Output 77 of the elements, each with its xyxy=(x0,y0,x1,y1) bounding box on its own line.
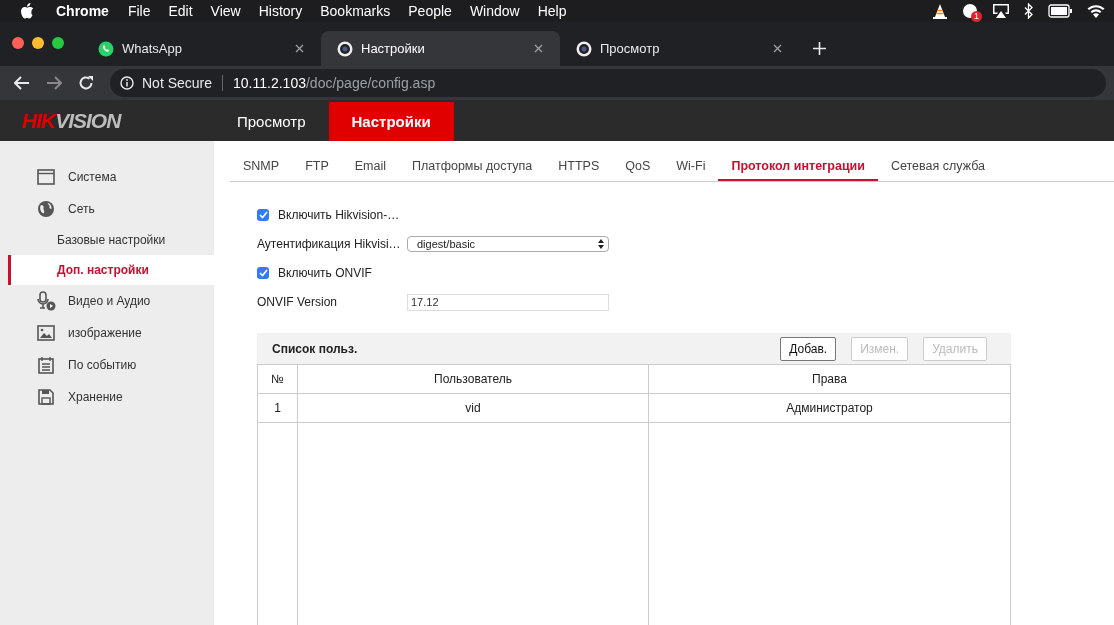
menu-item[interactable]: View xyxy=(201,3,250,19)
sidebar-item[interactable]: Видео и Аудио xyxy=(8,285,214,317)
column-header: Права xyxy=(648,364,1011,394)
traffic-cone-icon[interactable] xyxy=(932,3,948,19)
close-window-icon[interactable] xyxy=(12,37,24,49)
menu-item[interactable]: People xyxy=(399,3,461,19)
checkbox-label: Включить Hikvision-… xyxy=(278,208,400,222)
table-cell: 1 xyxy=(257,393,298,423)
info-icon[interactable] xyxy=(120,76,134,90)
sidebar-item[interactable]: изображение xyxy=(8,317,214,349)
menu-item[interactable]: Window xyxy=(460,3,529,19)
menu-item[interactable]: Edit xyxy=(159,3,202,19)
field-label: ONVIF Version xyxy=(257,295,339,309)
microphone-icon xyxy=(36,291,56,311)
column-header: Пользователь xyxy=(297,364,649,394)
sidebar-item[interactable]: По событию xyxy=(8,349,214,381)
sidebar-item[interactable]: Доп. настройки xyxy=(8,255,214,285)
menu-item[interactable]: File xyxy=(118,3,160,19)
forward-arrow-icon[interactable] xyxy=(46,76,62,90)
sidebar-item[interactable]: Сеть xyxy=(8,193,214,225)
tab[interactable]: Протокол интеграции xyxy=(718,155,878,181)
tab[interactable]: SNMP xyxy=(230,155,293,181)
table-cell: Администратор xyxy=(648,393,1011,423)
menu-item[interactable]: History xyxy=(249,3,312,19)
url-text: 10.11.2.103/doc/page/config.asp xyxy=(232,75,436,91)
calendar-icon xyxy=(37,356,55,374)
browser-tab[interactable]: Настройки xyxy=(321,31,560,66)
list-button[interactable]: Добав. xyxy=(780,336,837,361)
tab[interactable]: Платформы доступа xyxy=(399,155,546,181)
dropdown[interactable]: digest/basic xyxy=(407,236,609,252)
checkbox[interactable] xyxy=(257,209,269,221)
camera-icon xyxy=(576,40,592,57)
checkbox-label: Включить ONVIF xyxy=(278,266,372,280)
sidebar-item[interactable]: Базовые настройки xyxy=(8,225,214,255)
menu-item[interactable]: Bookmarks xyxy=(311,3,400,19)
tab[interactable]: HTTPS xyxy=(545,155,613,181)
brand-logo: HIKVISION xyxy=(22,108,121,133)
column-header: № xyxy=(257,364,298,394)
table-cell: vid xyxy=(297,393,649,423)
reload-icon[interactable] xyxy=(78,75,94,91)
tab[interactable]: Сетевая служба xyxy=(877,155,998,181)
sidebar-item[interactable]: Система xyxy=(8,161,214,193)
chat-icon xyxy=(98,40,114,57)
caret-icon xyxy=(598,239,604,249)
field-label: Аутентификация Hikvisi… xyxy=(257,237,402,251)
apple-logo-icon[interactable] xyxy=(20,3,34,19)
tab[interactable]: FTP xyxy=(292,155,342,181)
browser-tab[interactable]: Просмотр xyxy=(560,31,799,66)
nav-tab[interactable]: Настройки xyxy=(328,102,454,141)
tab[interactable]: Email xyxy=(341,155,399,181)
bluetooth-icon[interactable] xyxy=(1024,3,1034,19)
window-icon xyxy=(37,169,55,185)
new-tab-icon[interactable] xyxy=(813,42,826,55)
globe-icon xyxy=(37,200,55,218)
camera-icon xyxy=(337,40,353,57)
close-icon[interactable] xyxy=(534,44,543,53)
battery-icon[interactable] xyxy=(1048,4,1072,18)
checkbox[interactable] xyxy=(257,267,269,279)
tab[interactable]: QoS xyxy=(612,155,664,181)
menu-item[interactable]: Chrome xyxy=(34,3,119,19)
image-icon xyxy=(37,325,55,341)
wifi-icon[interactable] xyxy=(1086,3,1106,19)
close-icon[interactable] xyxy=(295,44,304,53)
list-title: Список польз. xyxy=(272,341,358,356)
close-icon[interactable] xyxy=(773,44,782,53)
maximize-window-icon[interactable] xyxy=(52,37,64,49)
back-arrow-icon[interactable] xyxy=(14,76,30,90)
menu-item[interactable]: Help xyxy=(528,3,576,19)
address-bar[interactable]: Not Secure 10.11.2.103/doc/page/config.asp xyxy=(110,69,1106,97)
input-field[interactable]: 17.12 xyxy=(407,293,609,311)
sidebar-item[interactable]: Хранение xyxy=(8,381,214,413)
security-label: Not Secure xyxy=(142,75,224,91)
tab[interactable]: Wi-Fi xyxy=(663,155,719,181)
minimize-window-icon[interactable] xyxy=(32,37,44,49)
nav-tab[interactable]: Просмотр xyxy=(214,102,329,141)
browser-tab[interactable]: WhatsApp xyxy=(82,31,321,66)
screen-share-icon[interactable] xyxy=(992,3,1010,19)
